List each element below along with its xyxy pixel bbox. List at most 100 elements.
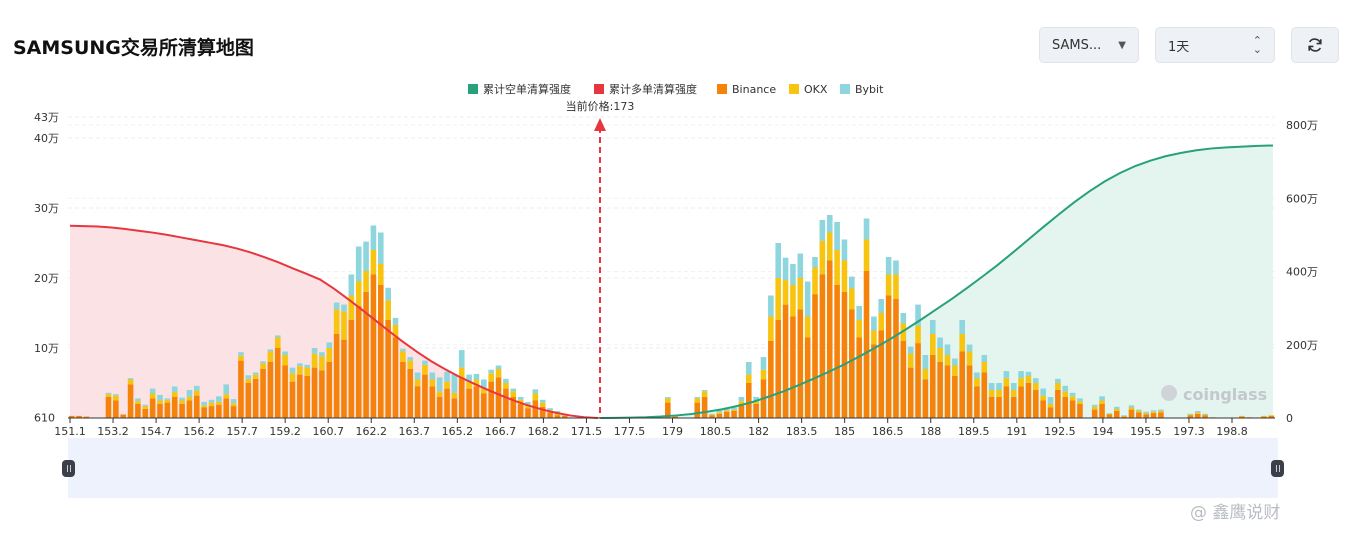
bar-okx: [797, 278, 804, 310]
y-left-tick-label: 20万: [34, 272, 59, 285]
bar-binance: [414, 386, 421, 418]
bar-okx: [723, 410, 730, 412]
bar-bybit: [885, 257, 892, 275]
bar-okx: [326, 348, 333, 362]
bar-okx: [1003, 378, 1010, 387]
bar-bybit: [907, 346, 914, 354]
bar-bybit: [738, 397, 745, 402]
bar-okx: [142, 406, 149, 409]
bar-binance: [1047, 407, 1054, 418]
bar-okx: [407, 360, 414, 369]
bar-okx: [260, 363, 266, 369]
bar-okx: [1010, 390, 1017, 397]
bar-bybit: [1150, 410, 1157, 412]
bar-binance: [988, 397, 995, 418]
bar-okx: [304, 367, 310, 376]
x-tick-label: 168.2: [528, 425, 560, 438]
bar-bybit: [458, 350, 465, 368]
x-tick-label: 171.5: [571, 425, 603, 438]
bar-okx: [503, 383, 509, 389]
range-slider-track[interactable]: [68, 438, 1278, 498]
bar-binance: [790, 316, 796, 418]
bar-okx: [819, 240, 826, 275]
bar-okx: [164, 399, 171, 403]
bar-okx: [929, 334, 936, 355]
range-slider-right-handle[interactable]: [1271, 460, 1284, 477]
bar-bybit: [267, 349, 274, 352]
bar-binance: [149, 398, 156, 418]
bar-binance: [216, 404, 222, 418]
bar-binance: [105, 397, 112, 418]
bar-okx: [297, 366, 303, 375]
bar-binance: [193, 395, 200, 418]
bar-binance: [326, 362, 333, 418]
bar-binance: [1055, 390, 1061, 418]
bar-bybit: [974, 372, 980, 379]
bar-bybit: [1077, 398, 1083, 402]
bar-okx: [436, 391, 443, 397]
bar-binance: [1010, 397, 1017, 418]
bar-okx: [1268, 415, 1275, 416]
bar-bybit: [503, 378, 509, 383]
bar-bybit: [341, 304, 347, 312]
bar-binance: [1158, 412, 1164, 418]
bar-bybit: [414, 372, 421, 380]
bar-bybit: [297, 363, 303, 367]
bar-binance: [1077, 404, 1083, 418]
y-right-tick-label: 800万: [1286, 119, 1318, 132]
bar-okx: [274, 337, 281, 348]
bar-okx: [959, 334, 966, 352]
range-slider-left-handle[interactable]: [62, 460, 75, 477]
bar-binance: [944, 365, 951, 418]
bar-okx: [252, 374, 259, 379]
bar-okx: [1106, 413, 1113, 415]
y-right-tick-label: 200万: [1286, 339, 1318, 352]
bar-okx: [1069, 396, 1076, 401]
credit-watermark: @ 鑫鹰说财: [1190, 498, 1280, 523]
bar-okx: [289, 373, 296, 382]
bar-bybit: [1033, 378, 1039, 383]
bar-binance: [856, 337, 862, 418]
bar-okx: [745, 374, 752, 383]
bar-bybit: [701, 390, 708, 392]
bar-binance: [201, 407, 207, 418]
bar-okx: [341, 311, 347, 340]
bar-okx: [812, 267, 818, 295]
bar-binance: [503, 388, 509, 418]
bar-binance: [981, 372, 988, 418]
x-tick-label: 163.7: [399, 425, 431, 438]
bar-okx: [179, 400, 185, 404]
bar-okx: [1091, 406, 1098, 410]
bar-okx: [444, 381, 450, 389]
bar-binance: [1099, 404, 1105, 418]
bar-okx: [223, 394, 230, 399]
bar-bybit: [385, 287, 391, 301]
bar-bybit: [348, 274, 355, 296]
bar-bybit: [510, 388, 517, 392]
bar-bybit: [370, 225, 377, 250]
bar-okx: [267, 351, 274, 362]
bar-okx: [871, 330, 877, 345]
bar-binance: [547, 412, 553, 418]
bar-okx: [400, 351, 406, 362]
bar-okx: [319, 356, 325, 371]
bar-okx: [804, 316, 811, 338]
bar-okx: [731, 409, 737, 411]
bar-okx: [451, 392, 458, 399]
bar-bybit: [812, 257, 818, 268]
bar-binance: [120, 414, 126, 418]
bar-bybit: [1018, 371, 1024, 379]
bar-okx: [996, 390, 1002, 397]
bar-okx: [488, 373, 494, 382]
bar-binance: [900, 341, 907, 418]
bar-binance: [966, 365, 973, 418]
x-tick-label: 182: [748, 425, 769, 438]
y-left-tick-label: 43万: [34, 111, 59, 124]
bar-bybit: [959, 320, 966, 334]
y-right-tick-label: 400万: [1286, 266, 1318, 279]
bar-okx: [665, 398, 671, 403]
x-tick-label: 198.8: [1216, 425, 1248, 438]
bar-binance: [267, 362, 274, 418]
bar-binance: [319, 370, 325, 418]
bar-binance: [893, 299, 899, 418]
